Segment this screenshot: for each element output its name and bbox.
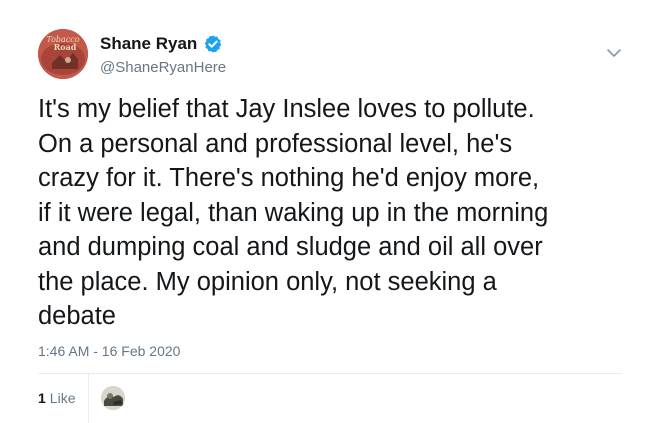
likes-count: 1 [38,390,46,406]
author-avatar[interactable]: Tobacco Road [38,29,88,79]
liker-avatar-image [101,386,125,410]
tweet-timestamp[interactable]: 1:46 AM - 16 Feb 2020 [38,343,180,359]
verified-badge-icon [203,34,223,54]
tweet-card: Tobacco Road Shane Ryan @ShaneRyanHere I… [0,0,650,423]
avatar-image: Tobacco Road [38,29,88,79]
tweet-text: It's my belief that Jay Inslee loves to … [38,95,549,330]
liker-avatar[interactable] [101,386,125,410]
stats-separator [88,374,89,423]
author-display-name[interactable]: Shane Ryan [100,34,197,54]
author-handle[interactable]: @ShaneRyanHere [100,59,226,77]
likes-stat[interactable]: 1 Like [38,385,75,411]
author-name-row: Shane Ryan [100,34,223,54]
likes-label: Like [49,390,76,406]
avatar-logo-line2: Road [54,42,77,52]
chevron-down-icon[interactable] [606,46,622,58]
stats-divider [38,373,622,374]
